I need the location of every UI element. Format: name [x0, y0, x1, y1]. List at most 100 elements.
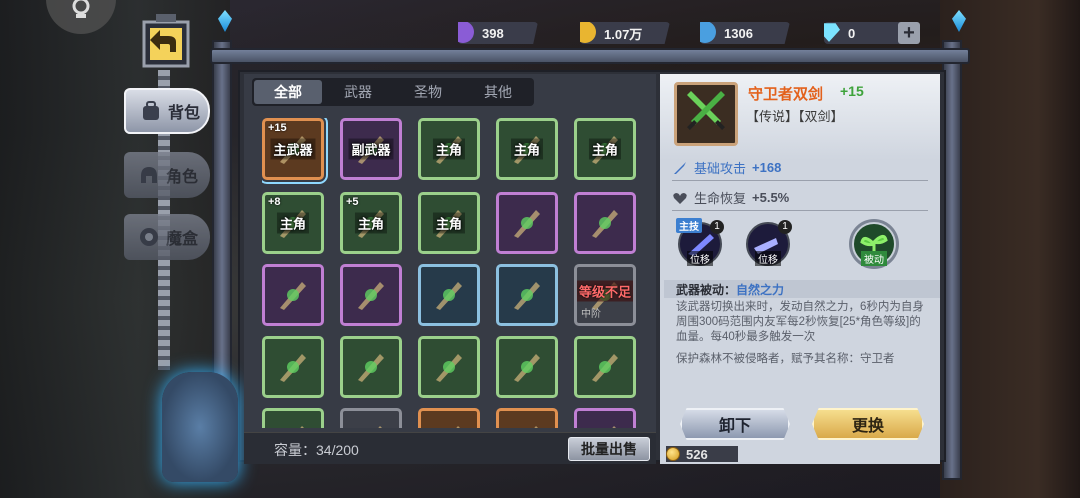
inventory-slot[interactable] — [262, 336, 324, 398]
inventory-slot[interactable] — [262, 408, 324, 428]
slot-level: +8 — [268, 196, 281, 208]
scythe-icon — [592, 210, 618, 238]
goblet-icon — [358, 354, 384, 382]
currency-orb: 1306 — [700, 22, 790, 44]
inventory-slot[interactable] — [496, 264, 558, 326]
slot-tag: 主角 — [510, 138, 544, 160]
inventory-slot[interactable]: 主角 — [496, 118, 558, 180]
inventory-slot[interactable] — [418, 264, 480, 326]
item-icon — [300, 426, 304, 428]
skill-main[interactable]: 主技 1 位移 — [676, 218, 724, 266]
inventory-slot[interactable] — [418, 336, 480, 398]
nav-backpack[interactable]: 背包 — [124, 88, 210, 134]
inventory-slot[interactable]: 等级不足中阶 — [574, 264, 636, 326]
inventory-slot[interactable]: +8 主角 — [262, 192, 324, 254]
bulk-sell-button[interactable]: 批量出售 — [568, 437, 650, 461]
currency-gold-value: 1.07万 — [604, 26, 643, 42]
item-icon — [612, 426, 616, 428]
frame-top-beam — [210, 48, 970, 64]
sword-icon — [674, 161, 686, 174]
item-icon — [456, 426, 460, 428]
weapon-passive-name: 自然之力 — [736, 282, 785, 297]
purple-gem-icon — [458, 22, 474, 43]
earrings-icon — [514, 354, 540, 382]
backpack-icon — [143, 101, 159, 120]
slot-tag: 主角 — [432, 212, 466, 234]
weapon-passive-title: 武器被动： — [676, 282, 737, 297]
inventory-slot[interactable] — [418, 408, 480, 428]
inventory-slot[interactable] — [262, 264, 324, 326]
tab-relics[interactable]: 圣物 — [394, 80, 462, 104]
stat-health-regen: 生命恢复 +5.5% — [672, 188, 789, 207]
helmet-icon — [141, 167, 157, 183]
inventory-slot[interactable] — [574, 408, 636, 428]
item-tags: 【传说】【双剑】 — [746, 109, 844, 124]
tab-all[interactable]: 全部 — [254, 80, 322, 104]
box-icon — [140, 228, 158, 246]
currency-gem: 398 — [458, 22, 538, 44]
beast-axe-icon — [514, 210, 540, 238]
slot-tier: 中阶 — [581, 309, 601, 320]
divider — [672, 210, 928, 211]
inventory-slot[interactable] — [340, 264, 402, 326]
slot-tag: 主武器 — [270, 138, 316, 160]
crossed-swords-icon — [358, 282, 384, 310]
inventory-slot[interactable]: 主角 — [574, 118, 636, 180]
skill-secondary-label: 位移 — [755, 251, 781, 266]
inventory-slot[interactable] — [340, 336, 402, 398]
skill-main-count: 1 — [710, 220, 724, 234]
tab-weapons[interactable]: 武器 — [324, 80, 392, 104]
glowing-rune-stone — [162, 372, 238, 482]
unequip-button[interactable]: 卸下 — [680, 408, 790, 440]
back-button[interactable] — [138, 12, 194, 72]
replace-button[interactable]: 更换 — [812, 408, 924, 440]
inventory-slot[interactable] — [496, 408, 558, 428]
inventory-slot[interactable] — [574, 192, 636, 254]
currency-diamond-value: 0 — [848, 25, 856, 41]
skill-main-tag: 主技 — [676, 218, 702, 233]
stat-health-regen-label: 生命恢复 — [694, 191, 747, 206]
inventory-slot[interactable] — [496, 336, 558, 398]
weapon-passive-description: 该武器切换出来时，发动自然之力，6秒内为自身周围300码范围内友军每2秒恢复[2… — [676, 301, 924, 343]
inventory-slot[interactable] — [340, 408, 402, 428]
ring-icon — [592, 354, 618, 382]
nav-magic-box-label: 魔盒 — [166, 231, 199, 248]
inventory-slot[interactable]: 主角 — [418, 192, 480, 254]
slot-tag: 主角 — [354, 212, 388, 234]
item-icon — [378, 426, 382, 428]
gold-coin-icon — [580, 22, 596, 43]
medal-icon — [280, 354, 306, 382]
skill-passive[interactable]: 被动 — [852, 222, 896, 266]
capacity-label: 容量：34/200 — [274, 442, 359, 458]
game-screen: { "currencies": [ {"name": "gem-purple",… — [0, 0, 1080, 498]
slot-tag: 主角 — [432, 138, 466, 160]
skill-secondary[interactable]: 1 位移 — [746, 220, 792, 266]
tab-other[interactable]: 其他 — [464, 80, 532, 104]
slot-level-warning: 等级不足 — [576, 280, 634, 302]
item-name: 守卫者双剑 — [748, 86, 824, 103]
nav-character[interactable]: 角色 — [124, 152, 210, 198]
slot-tag: 主角 — [276, 212, 310, 234]
inventory-slot[interactable]: +15 主武器 — [262, 118, 328, 184]
inventory-slot[interactable] — [496, 192, 558, 254]
item-portrait — [674, 82, 738, 146]
currency-gold: 1.07万 — [580, 22, 670, 44]
nav-magic-box[interactable]: 魔盒 — [124, 214, 210, 260]
inventory-slot[interactable] — [574, 336, 636, 398]
skill-main-label: 位移 — [687, 251, 713, 266]
inventory-slot[interactable]: 副武器 — [340, 118, 402, 180]
inventory-slot[interactable]: 主角 — [418, 118, 480, 180]
skill-secondary-count: 1 — [778, 220, 792, 234]
nav-character-label: 角色 — [166, 169, 199, 186]
add-diamond-button[interactable]: + — [898, 22, 920, 44]
currency-gem-value: 398 — [482, 25, 504, 41]
item-lore: 保护森林不被侵略者，赋予其名称：守卫者 — [676, 353, 895, 365]
inventory-grid: +15 主武器 副武器 主角 主角 主角 +8 主角 +5 主角 主角 等级不足 中阶 — [262, 118, 652, 428]
slot-level: +15 — [268, 122, 287, 134]
diamond-icon — [824, 23, 840, 42]
divider — [672, 180, 928, 181]
slot-level: +5 — [346, 196, 359, 208]
inventory-slot[interactable]: +5 主角 — [340, 192, 402, 254]
crossed-daggers-icon — [514, 282, 540, 310]
item-upgrade-level: +15 — [840, 83, 864, 99]
